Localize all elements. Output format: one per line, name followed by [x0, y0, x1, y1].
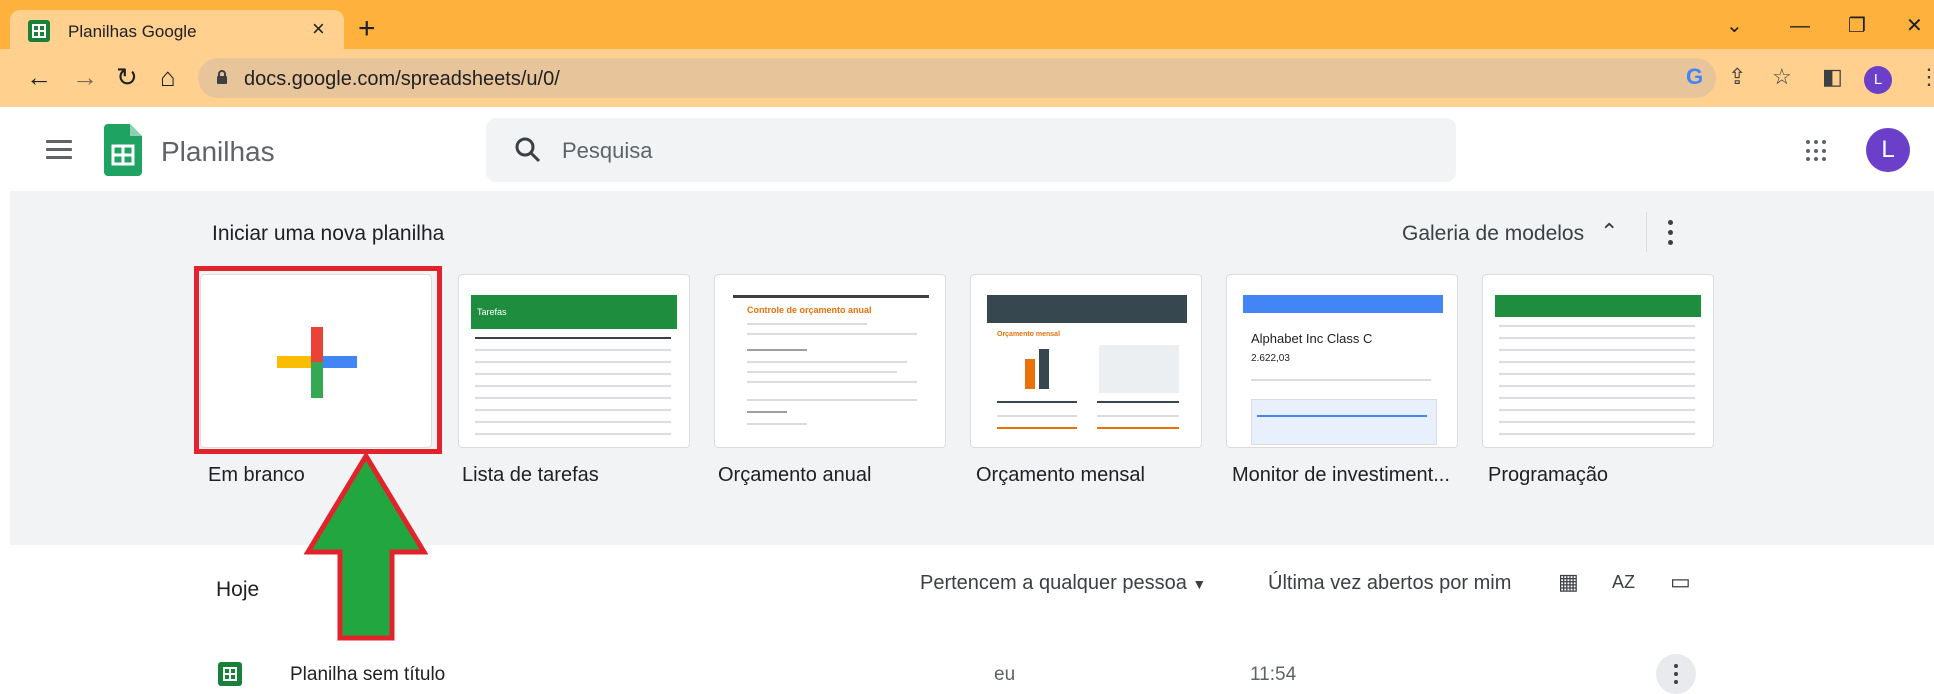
template-card-investment[interactable]: Alphabet Inc Class C 2.622,03: [1226, 274, 1458, 448]
close-window-icon[interactable]: ✕: [1906, 16, 1923, 36]
sheets-logo-icon[interactable]: [104, 124, 142, 176]
thumb-title: Controle de orçamento anual: [747, 305, 872, 315]
url-text[interactable]: docs.google.com/spreadsheets/u/0/: [244, 68, 560, 91]
grid-view-icon[interactable]: ▦: [1558, 570, 1579, 594]
template-more-icon[interactable]: [1668, 220, 1674, 246]
template-card-schedule[interactable]: [1482, 274, 1714, 448]
account-avatar[interactable]: L: [1866, 128, 1910, 172]
folder-icon[interactable]: ▭: [1670, 570, 1691, 594]
google-apps-icon[interactable]: [1806, 140, 1828, 162]
sheets-favicon-icon: [28, 20, 50, 42]
tab-title: Planilhas Google: [68, 22, 197, 41]
dropdown-caret-icon: ▼: [1192, 576, 1207, 592]
template-card-monthly-budget[interactable]: Orçamento mensal: [970, 274, 1202, 448]
home-icon[interactable]: ⌂: [160, 64, 176, 90]
minimize-icon[interactable]: —: [1790, 16, 1810, 36]
lock-icon: [217, 70, 227, 84]
owner-filter-dropdown[interactable]: Pertencem a qualquer pessoa ▼: [920, 572, 1206, 595]
reload-icon[interactable]: ↻: [116, 64, 138, 90]
file-time: 11:54: [1250, 664, 1297, 685]
google-icon[interactable]: G: [1686, 66, 1703, 88]
file-more-icon[interactable]: [1656, 654, 1696, 694]
template-card-annual-budget[interactable]: Controle de orçamento anual: [714, 274, 946, 448]
browser-profile-avatar[interactable]: L: [1864, 66, 1892, 94]
main-menu-icon[interactable]: [46, 140, 72, 159]
template-section-title: Iniciar uma nova planilha: [212, 222, 445, 245]
new-tab-button[interactable]: +: [358, 14, 376, 44]
search-placeholder: Pesquisa: [562, 138, 653, 163]
back-icon[interactable]: ←: [26, 64, 52, 90]
file-owner: eu: [994, 664, 1016, 685]
restore-icon[interactable]: ❐: [1848, 16, 1866, 36]
sort-label[interactable]: Última vez abertos por mim: [1268, 572, 1511, 595]
forward-icon[interactable]: →: [72, 64, 98, 90]
template-label-blank: Em branco: [208, 464, 305, 486]
thumb-title: Tarefas: [477, 307, 507, 317]
thumb-title: Orçamento mensal: [997, 331, 1061, 338]
tab-search-icon[interactable]: ⌄: [1726, 16, 1743, 36]
app-title: Planilhas: [161, 136, 275, 167]
unfold-icon[interactable]: ⌃: [1600, 220, 1618, 244]
sort-az-icon[interactable]: AZ: [1612, 570, 1635, 594]
highlight-box: [194, 266, 442, 454]
bookmark-star-icon[interactable]: ☆: [1772, 66, 1792, 88]
thumb-header: [1495, 295, 1701, 317]
template-label-investment: Monitor de investiment...: [1232, 464, 1450, 486]
share-icon[interactable]: ⇪: [1728, 66, 1746, 88]
sheets-file-icon: [218, 662, 242, 686]
divider: [1646, 212, 1647, 252]
template-label-annual-budget: Orçamento anual: [718, 464, 872, 486]
file-name[interactable]: Planilha sem título: [290, 664, 445, 686]
tab-close-icon[interactable]: ×: [312, 18, 325, 40]
template-label-monthly-budget: Orçamento mensal: [976, 464, 1145, 486]
side-panel-icon[interactable]: ◧: [1822, 66, 1843, 88]
annotation-arrow: [304, 452, 428, 641]
template-label-schedule: Programação: [1488, 464, 1609, 486]
owner-filter-label: Pertencem a qualquer pessoa: [920, 572, 1187, 594]
search-icon[interactable]: [514, 136, 542, 164]
template-label-todo: Lista de tarefas: [462, 464, 599, 486]
template-gallery-button[interactable]: Galeria de modelos: [1402, 222, 1584, 246]
template-card-todo[interactable]: Tarefas: [458, 274, 690, 448]
thumb-value: 2.622,03: [1251, 353, 1290, 364]
thumb-title: Alphabet Inc Class C: [1251, 331, 1373, 346]
files-section-title: Hoje: [216, 578, 260, 601]
browser-menu-icon[interactable]: ⋮: [1918, 66, 1934, 88]
